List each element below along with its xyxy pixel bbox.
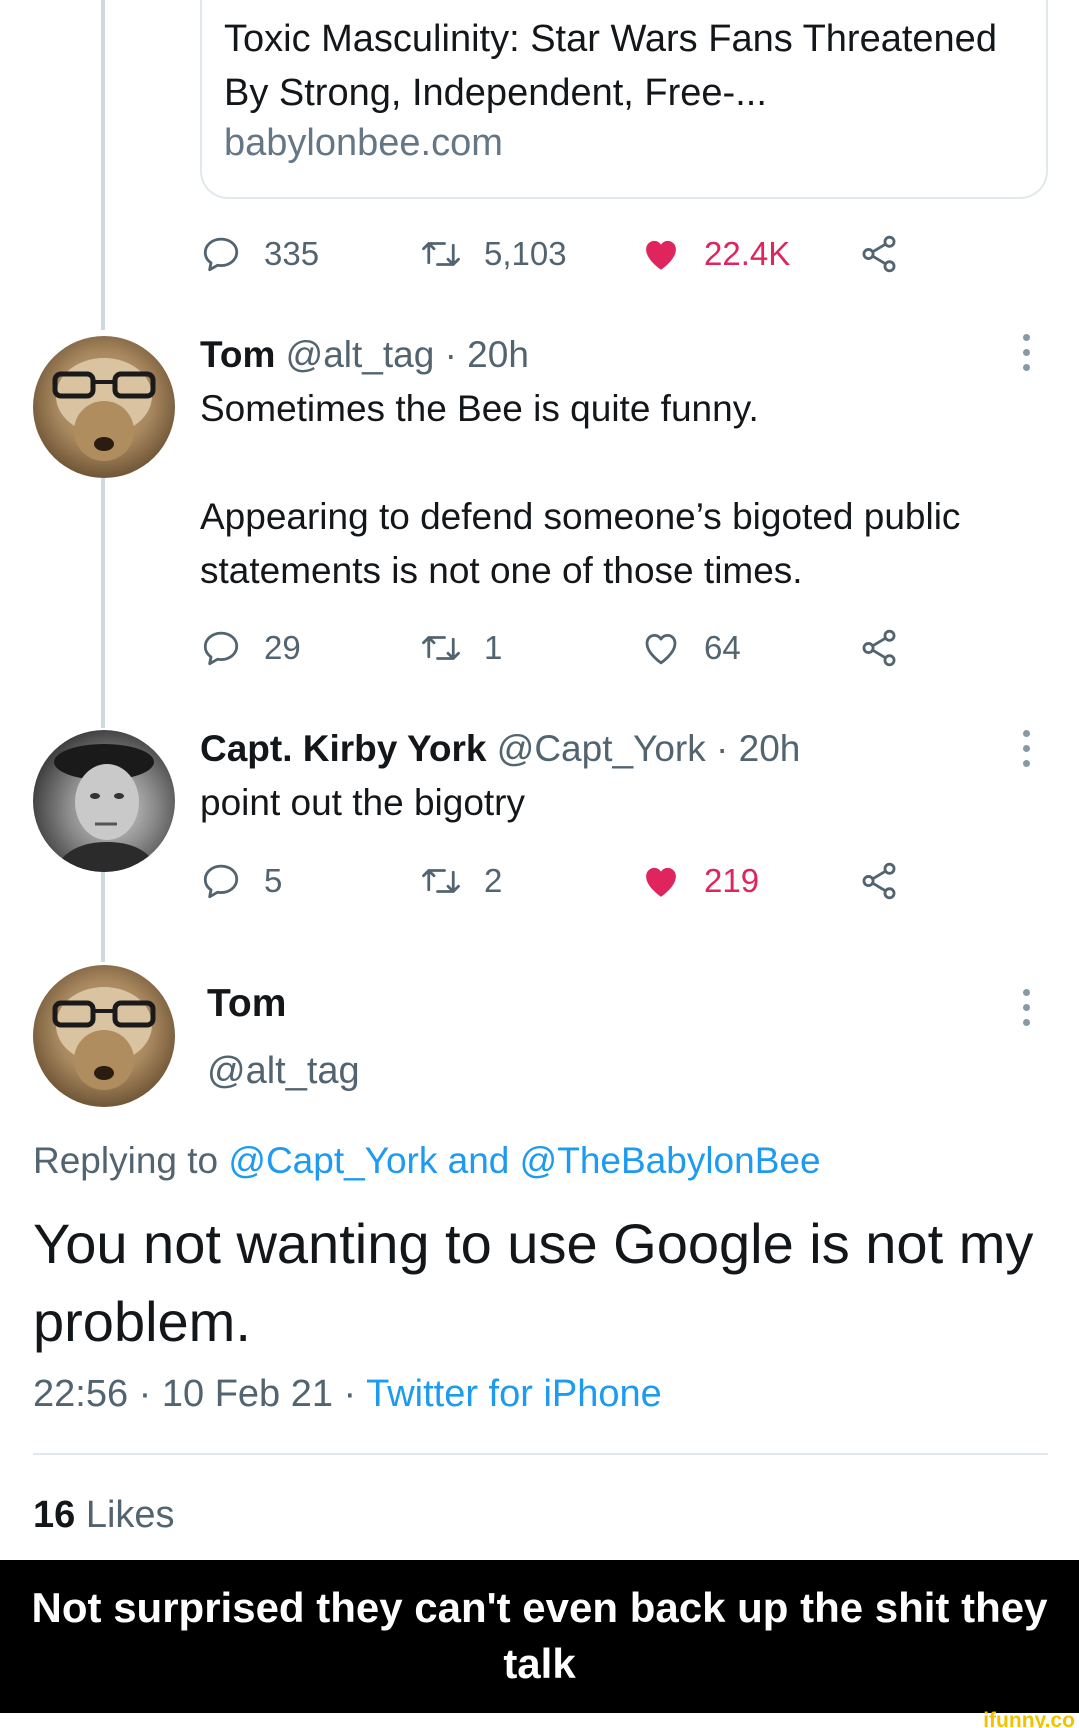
reply-button[interactable]: 335 (200, 229, 319, 279)
reply-icon (203, 631, 239, 666)
replying-to: Replying to @Capt_York and @TheBabylonBe… (33, 1140, 821, 1182)
link-card-domain: babylonbee.com (224, 122, 503, 164)
dog-with-glasses-avatar-icon (52, 987, 156, 1090)
time-date: 22:56 · 10 Feb 21 · (33, 1373, 357, 1415)
reply-icon (203, 237, 239, 272)
reply-count: 5 (264, 862, 283, 899)
link-preview-card[interactable]: Toxic Masculinity: Star Wars Fans Threat… (200, 0, 1048, 199)
tweet-actions: 335 5,103 22.4K (200, 229, 920, 279)
replying-prefix: Replying to (33, 1140, 219, 1181)
tweet-text: Sometimes the Bee is quite funny. Appear… (200, 382, 1040, 598)
thread-line (101, 478, 105, 728)
share-button[interactable] (858, 623, 900, 673)
like-count: 219 (704, 862, 760, 899)
reply-count: 29 (264, 629, 301, 666)
link-card-title: Toxic Masculinity: Star Wars Fans Threat… (224, 18, 997, 114)
retweet-button[interactable]: 2 (420, 856, 502, 906)
avatar[interactable] (33, 730, 175, 872)
watermark: ifunny.co (983, 1709, 1075, 1728)
retweet-count: 1 (484, 629, 503, 666)
heart-filled-icon (646, 867, 676, 897)
display-name[interactable]: Tom (207, 982, 286, 1026)
share-button[interactable] (858, 856, 900, 906)
replying-and: and (447, 1140, 510, 1181)
retweet-icon (422, 242, 460, 266)
reply-button[interactable]: 29 (200, 623, 301, 673)
retweet-count: 2 (484, 862, 503, 899)
like-button[interactable]: 64 (640, 623, 741, 673)
more-options-icon[interactable] (1020, 730, 1032, 770)
timestamp: · 20h (716, 728, 801, 769)
display-name[interactable]: Tom (200, 334, 275, 375)
likes-summary[interactable]: 16 Likes (33, 1494, 175, 1537)
retweet-button[interactable]: 1 (420, 623, 502, 673)
share-icon (862, 235, 896, 273)
handle[interactable]: @Capt_York (497, 728, 706, 769)
handle[interactable]: @alt_tag (286, 334, 435, 375)
like-button[interactable]: 22.4K (640, 229, 790, 279)
retweet-button[interactable]: 5,103 (420, 229, 567, 279)
tweet-actions: 29 1 64 (200, 623, 920, 673)
tweet-timestamp: 22:56 · 10 Feb 21 · Twitter for iPhone (33, 1373, 662, 1416)
dog-with-glasses-avatar-icon (52, 358, 156, 461)
meme-caption: Not surprised they can't even back up th… (31, 1584, 1048, 1687)
reply-count: 335 (264, 235, 320, 272)
tweet-actions: 5 2 219 (200, 856, 920, 906)
divider (33, 1453, 1048, 1455)
likes-count: 16 (33, 1494, 76, 1536)
reply-button[interactable]: 5 (200, 856, 282, 906)
avatar[interactable] (33, 336, 175, 478)
man-in-hat-avatar-icon (53, 744, 159, 872)
thread-line (101, 0, 105, 330)
like-count: 64 (704, 629, 741, 666)
tweet-text-line: Sometimes the Bee is quite funny. (200, 388, 759, 429)
retweet-icon (422, 869, 460, 893)
share-button[interactable] (858, 229, 900, 279)
display-name[interactable]: Capt. Kirby York (200, 728, 486, 769)
tweet-text: point out the bigotry (200, 782, 525, 823)
like-count: 22.4K (704, 235, 791, 272)
tweet-header: Tom @alt_tag · 20h (200, 334, 529, 376)
tweet-header: Capt. Kirby York @Capt_York · 20h (200, 728, 800, 770)
client-link[interactable]: Twitter for iPhone (366, 1373, 662, 1415)
mention-link[interactable]: @TheBabylonBee (520, 1140, 821, 1181)
timestamp: · 20h (444, 334, 529, 375)
likes-label: Likes (85, 1494, 175, 1536)
more-options-icon[interactable] (1020, 334, 1032, 374)
tweet-text-paragraph: Appearing to defend someone’s bigoted pu… (200, 496, 961, 591)
reply-icon (203, 864, 239, 899)
mention-link[interactable]: @Capt_York (228, 1140, 437, 1181)
heart-outline-icon (645, 634, 677, 665)
retweet-count: 5,103 (484, 235, 567, 272)
heart-filled-icon (646, 240, 676, 270)
share-icon (862, 862, 896, 900)
avatar[interactable] (33, 965, 175, 1107)
more-options-icon[interactable] (1020, 989, 1032, 1029)
like-button[interactable]: 219 (640, 856, 759, 906)
thread-line (101, 872, 105, 962)
main-tweet-text: You not wanting to use Google is not my … (33, 1212, 1034, 1353)
meme-caption-bar: Not surprised they can't even back up th… (0, 1560, 1079, 1713)
handle[interactable]: @alt_tag (207, 1050, 360, 1093)
share-icon (862, 629, 896, 667)
retweet-icon (422, 636, 460, 660)
